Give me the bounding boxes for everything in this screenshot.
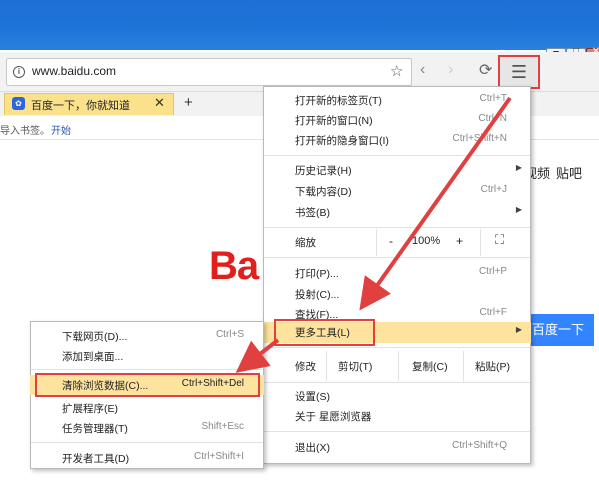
submenu-item-extensions[interactable]: 扩展程序(E): [30, 398, 264, 418]
menu-item-label: 关于 星愿浏览器: [295, 411, 372, 423]
menu-divider: [264, 431, 530, 432]
menu-item-shortcut: Ctrl+Shift+Q: [451, 440, 507, 451]
back-arrow-icon[interactable]: ‹: [420, 61, 425, 79]
menu-item-label: 退出(X): [295, 442, 330, 454]
menu-item-shortcut: Ctrl+P: [478, 266, 507, 277]
window-titlebar: [0, 0, 599, 50]
submenu-item-label: 添加到桌面...: [62, 351, 124, 363]
submenu-item-shortcut: Ctrl+S: [215, 329, 244, 340]
submenu-arrow-icon: ▶: [515, 205, 522, 214]
menu-item-shortcut: Ctrl+T: [479, 93, 508, 104]
submenu-arrow-icon: ▶: [515, 163, 522, 172]
menu-item-label: 打开新的隐身窗口(I): [295, 135, 389, 147]
menu-item-about[interactable]: 关于 星愿浏览器: [263, 406, 531, 427]
menu-divider: [264, 347, 530, 348]
copy-button[interactable]: 复制(C): [412, 359, 448, 374]
fullscreen-cell: [480, 229, 530, 256]
zoom-value: 100%: [412, 235, 441, 247]
baidu-logo: Ba: [209, 244, 259, 288]
menu-item-new-window[interactable]: 打开新的窗口(N) Ctrl+N: [263, 110, 531, 131]
menu-divider: [31, 442, 263, 443]
submenu-item-label: 开发者工具(D): [62, 453, 130, 465]
menu-item-label: 打开新的标签页(T): [295, 95, 382, 107]
menu-item-shortcut: Ctrl+N: [478, 113, 507, 124]
star-icon[interactable]: ☆: [390, 62, 403, 80]
menu-item-label: 设置(S): [295, 391, 330, 403]
menu-divider: [264, 257, 530, 258]
info-icon[interactable]: i: [13, 66, 25, 78]
menu-item-shortcut: Ctrl+Shift+N: [452, 133, 507, 144]
menu-item-label: 打印(P)...: [295, 268, 339, 280]
annotation-highlight-box: [274, 319, 375, 346]
menu-item-label: 打开新的窗口(N): [295, 115, 373, 127]
bookmarks-start-link[interactable]: 开始: [51, 122, 71, 137]
menu-item-cast[interactable]: 投射(C)...: [263, 284, 531, 305]
submenu-item-label: 扩展程序(E): [62, 403, 118, 415]
zoom-in-button[interactable]: +: [456, 234, 463, 248]
menu-divider: [264, 382, 530, 383]
menu-item-label: 历史记录(H): [295, 165, 352, 177]
menu-item-label: 投射(C)...: [295, 289, 340, 301]
cut-button[interactable]: 剪切(T): [338, 359, 372, 374]
fullscreen-icon[interactable]: ⛶: [495, 232, 504, 248]
main-menu-button[interactable]: ☰: [498, 55, 540, 89]
paste-button[interactable]: 粘贴(P): [475, 359, 510, 374]
menu-item-shortcut: Ctrl+F: [479, 307, 508, 318]
submenu-item-shortcut: Ctrl+Shift+I: [193, 451, 244, 462]
submenu-item-task-manager[interactable]: 任务管理器(T) Shift+Esc: [30, 418, 264, 438]
zoom-label: 缩放: [295, 237, 316, 249]
bookmarks-import-text: 导入书签。: [0, 126, 50, 137]
menu-divider: [264, 155, 530, 156]
menu-divider: [31, 369, 263, 370]
tab-title: 百度一下，你就知道: [31, 100, 130, 112]
submenu-item-add-to-desktop[interactable]: 添加到桌面...: [30, 346, 264, 366]
forward-arrow-icon[interactable]: ›: [448, 61, 453, 79]
submenu-item-label: 下载网页(D)...: [62, 331, 128, 343]
menu-item-label: 书签(B): [295, 207, 330, 219]
nav-tieba-link[interactable]: 贴吧: [556, 163, 582, 182]
menu-item-incognito[interactable]: 打开新的隐身窗口(I) Ctrl+Shift+N: [263, 130, 531, 151]
menu-item-bookmarks[interactable]: 书签(B) ▶: [263, 202, 531, 223]
annotation-highlight-box: [35, 373, 260, 397]
menu-item-new-tab[interactable]: 打开新的标签页(T) Ctrl+T: [263, 90, 531, 111]
new-tab-button[interactable]: +: [184, 94, 193, 111]
tab-close-icon[interactable]: ✕: [154, 95, 165, 111]
menu-item-label: 下载内容(D): [295, 186, 352, 198]
menu-item-settings[interactable]: 设置(S): [263, 386, 531, 407]
edit-label: 修改: [295, 361, 316, 373]
menu-item-print[interactable]: 打印(P)... Ctrl+P: [263, 263, 531, 284]
submenu-item-save-page[interactable]: 下载网页(D)... Ctrl+S: [30, 326, 264, 346]
menu-item-history[interactable]: 历史记录(H) ▶: [263, 160, 531, 181]
submenu-item-shortcut: Shift+Esc: [201, 421, 244, 432]
submenu-item-developer-tools[interactable]: 开发者工具(D) Ctrl+Shift+I: [30, 448, 264, 468]
menu-item-shortcut: Ctrl+J: [480, 184, 507, 195]
url-text[interactable]: www.baidu.com: [32, 64, 116, 78]
submenu-arrow-icon: ▶: [515, 325, 522, 334]
hamburger-menu-icon: ☰: [510, 62, 528, 82]
reload-icon[interactable]: ⟳: [479, 60, 492, 80]
menu-item-exit[interactable]: 退出(X) Ctrl+Shift+Q: [263, 437, 531, 458]
menu-divider: [264, 227, 530, 228]
baidu-paw-icon: ✿: [12, 97, 25, 110]
menu-item-downloads[interactable]: 下载内容(D) Ctrl+J: [263, 181, 531, 202]
zoom-out-button[interactable]: -: [389, 234, 393, 248]
submenu-item-label: 任务管理器(T): [62, 423, 128, 435]
